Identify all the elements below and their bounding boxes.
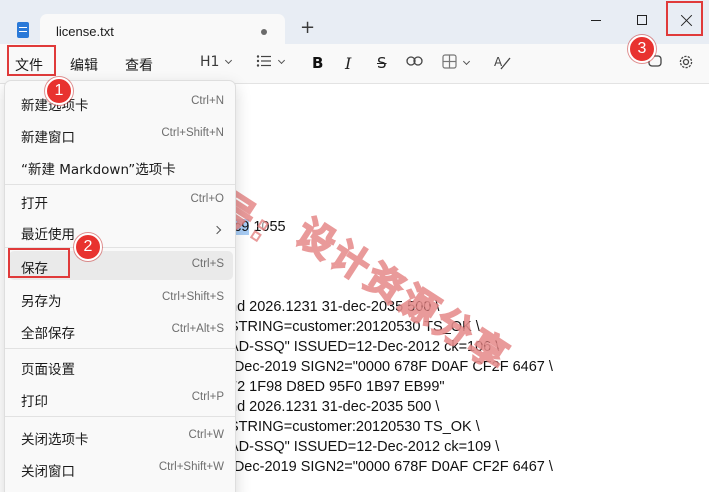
bold-button[interactable]: B xyxy=(312,54,323,72)
title-bar: license.txt + xyxy=(0,0,709,48)
file-menu-dropdown: 新建选项卡 Ctrl+N 新建窗口 Ctrl+Shift+N “新建 Markd… xyxy=(4,80,236,492)
menu-file[interactable]: 文件 xyxy=(15,55,43,75)
step-badge-2: 2 xyxy=(74,233,102,261)
table-dropdown[interactable] xyxy=(442,54,471,71)
doc-line-6[interactable]: 72 1F98 D8ED 95F0 1B97 EB99" xyxy=(229,379,445,395)
italic-button[interactable]: I xyxy=(345,54,351,73)
menu-separator xyxy=(5,416,235,417)
menu-edit[interactable]: 编辑 xyxy=(70,55,98,75)
minimize-button[interactable] xyxy=(573,0,619,40)
step-badge-1: 1 xyxy=(45,77,73,105)
selected-text[interactable]: c9 xyxy=(234,219,250,235)
notepad-icon xyxy=(17,22,29,38)
maximize-button[interactable] xyxy=(619,0,665,40)
doc-line-5[interactable]: -Dec-2019 SIGN2="0000 678F D0AF CF2F 646… xyxy=(229,359,553,375)
maximize-icon xyxy=(637,15,647,25)
doc-line-1[interactable]: c9 1055 xyxy=(234,219,286,235)
menu-item-open[interactable]: 打开 Ctrl+O xyxy=(9,186,233,215)
step-badge-3: 3 xyxy=(628,35,656,63)
heading-dropdown[interactable]: H1 xyxy=(200,54,233,70)
toolbar: 文件 编辑 查看 H1 B I S A xyxy=(0,44,709,84)
doc-line-3[interactable]: STRING=customer:20120530 TS_OK \ xyxy=(229,319,480,335)
settings-button[interactable] xyxy=(678,54,694,72)
doc-line-2[interactable]: nd 2026.1231 31-dec-2035 500 \ xyxy=(229,299,439,315)
doc-line-4[interactable]: AD-SSQ" ISSUED=12-Dec-2012 ck=106 \ xyxy=(229,339,499,355)
doc-line-10[interactable]: -Dec-2019 SIGN2="0000 678F D0AF CF2F 646… xyxy=(229,459,553,475)
doc-line-7[interactable]: nd 2026.1231 31-dec-2035 500 \ xyxy=(229,399,439,415)
bulleted-list-icon xyxy=(256,55,271,67)
menu-separator xyxy=(5,184,235,185)
tab-license-txt[interactable]: license.txt xyxy=(40,14,285,48)
menu-item-new-markdown-tab[interactable]: “新建 Markdown”选项卡 xyxy=(9,152,233,181)
list-dropdown[interactable] xyxy=(256,54,286,70)
link-icon xyxy=(406,56,423,66)
menu-item-new-tab[interactable]: 新建选项卡 Ctrl+N xyxy=(9,88,233,117)
strikethrough-button[interactable]: S xyxy=(377,54,387,72)
minimize-icon xyxy=(591,19,601,21)
table-icon xyxy=(442,54,457,69)
chevron-down-icon xyxy=(277,56,286,65)
new-tab-button[interactable]: + xyxy=(300,19,315,37)
doc-line-8[interactable]: STRING=customer:20120530 TS_OK \ xyxy=(229,419,480,435)
menu-view[interactable]: 查看 xyxy=(125,55,153,75)
doc-line-9[interactable]: AD-SSQ" ISSUED=12-Dec-2012 ck=109 \ xyxy=(229,439,499,455)
menu-item-print[interactable]: 打印 Ctrl+P xyxy=(9,384,233,413)
close-window-button[interactable] xyxy=(663,0,709,40)
menu-separator xyxy=(5,348,235,349)
menu-item-page-setup[interactable]: 页面设置 xyxy=(9,352,233,381)
menu-separator xyxy=(5,247,235,248)
menu-item-recent[interactable]: 最近使用 xyxy=(9,217,233,246)
clear-formatting-icon: A xyxy=(494,55,511,70)
close-icon xyxy=(680,14,693,27)
menu-item-close-tab[interactable]: 关闭选项卡 Ctrl+W xyxy=(9,422,233,451)
clear-formatting-button[interactable]: A xyxy=(494,54,511,72)
svg-text:A: A xyxy=(494,55,503,69)
menu-item-close-window[interactable]: 关闭窗口 Ctrl+Shift+W xyxy=(9,454,233,483)
menu-item-save-all[interactable]: 全部保存 Ctrl+Alt+S xyxy=(9,316,233,345)
link-button[interactable] xyxy=(406,54,423,70)
menu-item-save[interactable]: 保存 Ctrl+S xyxy=(9,251,233,280)
chevron-down-icon xyxy=(225,56,233,65)
menu-item-save-as[interactable]: 另存为 Ctrl+Shift+S xyxy=(9,284,233,313)
chevron-down-icon xyxy=(462,57,471,66)
gear-icon xyxy=(679,55,693,69)
chevron-right-icon xyxy=(212,225,222,235)
unsaved-dot-icon[interactable] xyxy=(261,29,267,35)
tab-title: license.txt xyxy=(56,24,114,39)
menu-item-new-window[interactable]: 新建窗口 Ctrl+Shift+N xyxy=(9,120,233,149)
heading-label: H1 xyxy=(200,54,220,70)
